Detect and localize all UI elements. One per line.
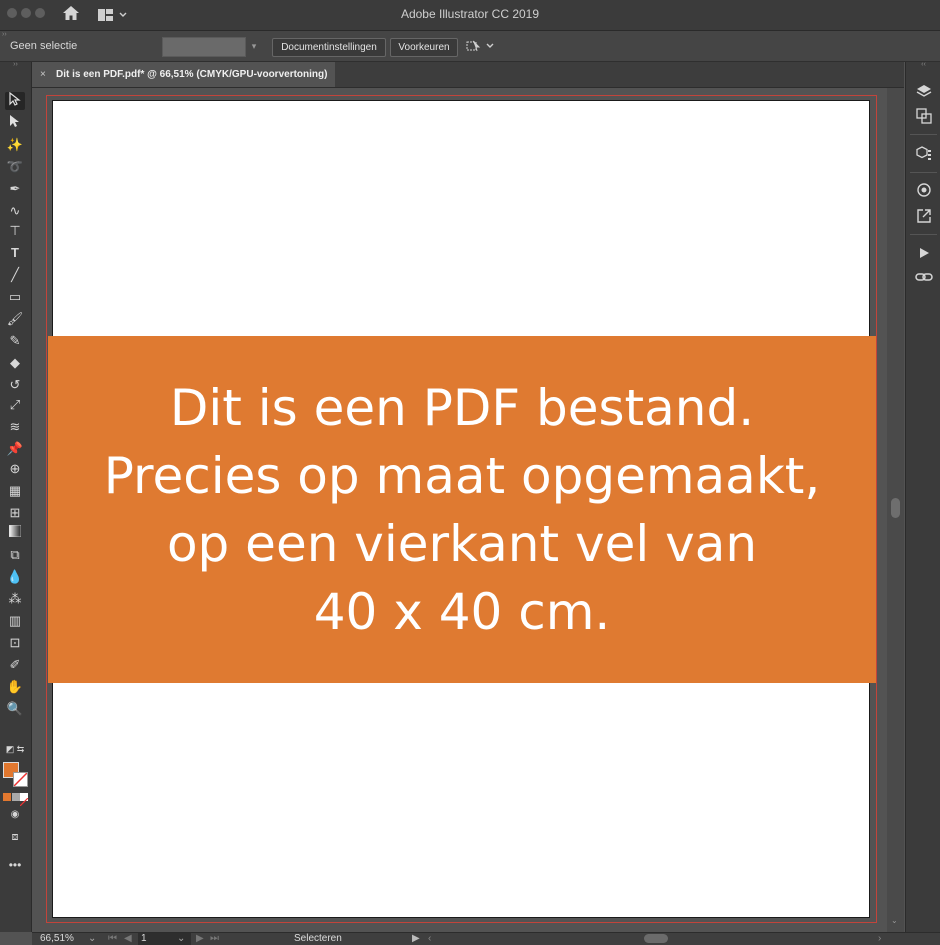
color-mode-swatch[interactable] [3,793,11,801]
orange-text-banner[interactable]: Dit is een PDF bestand. Precies op maat … [48,336,876,683]
scroll-down-icon[interactable]: ⌄ [891,916,898,925]
none-mode-swatch[interactable] [19,793,29,807]
document-settings-button[interactable]: Documentinstellingen [272,38,386,57]
screen-mode-icon[interactable]: ⧈ [5,828,25,846]
zoom-tool-icon[interactable]: 🔍 [5,700,25,718]
panel-separator [910,234,937,235]
pathfinder-panel-icon[interactable] [914,108,934,126]
lasso-tool-icon[interactable]: ➰ [5,158,25,176]
magic-wand-tool-icon[interactable]: ✨ [5,136,25,154]
rectangle-tool-icon[interactable]: ▭ [5,288,25,306]
preferences-button[interactable]: Voorkeuren [390,38,458,57]
banner-line-2: Precies op maat opgemaakt, [103,446,821,505]
arrange-documents-icon[interactable] [466,39,496,58]
eraser-tool-icon[interactable]: ◆ [5,354,25,372]
width-tool-icon[interactable]: ≋ [5,418,25,436]
eyedropper-tool-icon[interactable]: 💧 [5,568,25,586]
scale-tool-icon[interactable]: ⤢ [5,396,25,414]
links-panel-icon[interactable] [914,270,934,288]
scroll-right-icon[interactable]: › [878,933,881,945]
title-bar: Adobe Illustrator CC 2019 [0,0,940,31]
direct-selection-tool-icon[interactable] [5,114,25,132]
symbol-sprayer-tool-icon[interactable]: ⁂ [5,590,25,608]
banner-line-1: Dit is een PDF bestand. [169,378,755,437]
dock-grip-icon[interactable]: ‹‹ [906,61,940,68]
banner-line-4: 40 x 40 cm. [313,582,611,641]
stroke-color-swatch[interactable] [13,772,28,787]
document-tab-bar: × Dit is een PDF.pdf* @ 66,51% (CMYK/GPU… [32,62,904,88]
tool-status[interactable]: Selecteren [294,933,342,945]
line-tool-icon[interactable]: ╱ [5,266,25,284]
selection-field[interactable] [162,37,246,57]
default-fill-stroke-icon[interactable]: ◩ ⇆ [5,740,25,758]
type-tool-icon[interactable]: T [5,244,25,262]
next-artboard-icon[interactable]: ▶ [196,933,204,945]
scroll-left-icon[interactable]: ‹ [428,933,431,945]
first-artboard-icon[interactable]: ⏮ [108,933,117,945]
panel-separator [910,134,937,135]
layers-panel-icon[interactable] [914,84,934,102]
gradient-mode-swatch[interactable] [12,793,20,801]
document-tab-title: Dit is een PDF.pdf* @ 66,51% (CMYK/GPU-v… [56,69,328,80]
banner-line-3: op een vierkant vel van [166,514,758,573]
tab-document[interactable]: × Dit is een PDF.pdf* @ 66,51% (CMYK/GPU… [32,62,335,87]
curvature-tool-icon[interactable]: ∿ [5,202,25,220]
gradient-tool-icon[interactable] [5,524,25,542]
tools-panel: ›› ✨ ➰ ✒ ∿ ⊤ T ╱ ▭ 🖌 ✎ ◆ ↺ ⤢ ≋ 📌 ⊕ ▦ ⊞ ⧉… [0,61,32,932]
pen-tool-icon[interactable]: ✒ [5,180,25,198]
column-graph-tool-icon[interactable]: ▥ [5,612,25,630]
artboard-tool-icon[interactable]: ⊡ [5,634,25,652]
shaper-tool-icon[interactable]: ✎ [5,332,25,350]
panel-dock: ‹‹ [905,61,940,932]
area-type-tool-icon[interactable]: ⊤ [5,222,25,240]
zoom-chevron-down-icon[interactable]: ⌄ [88,933,96,945]
status-menu-arrow-icon[interactable]: ▶ [412,933,420,945]
mesh-tool-icon[interactable]: ⊞ [5,504,25,522]
vertical-scrollbar[interactable]: ⌄ [887,88,904,932]
drawing-modes-icon[interactable]: ◉ [5,806,25,824]
canvas-area[interactable]: Dit is een PDF bestand. Precies op maat … [32,88,887,932]
chevron-down-icon[interactable]: ▾ [246,37,262,55]
actions-panel-icon[interactable] [914,246,934,264]
zoom-level[interactable]: 66,51% [40,933,74,945]
status-bar: 66,51% ⌄ ⏮ ◀ 1 ⌄ ▶ ⏭ Selecteren ▶ ‹ › [32,932,940,945]
panel-separator [910,172,937,173]
assets-export-icon[interactable] [914,182,934,200]
paintbrush-tool-icon[interactable]: 🖌 [5,310,25,328]
edit-toolbar-icon[interactable]: ••• [5,856,25,874]
shape-builder-tool-icon[interactable]: ⊕ [5,460,25,478]
vertical-scroll-thumb[interactable] [891,498,900,518]
slice-tool-icon[interactable]: ✐ [5,656,25,674]
export-icon[interactable] [914,208,934,226]
collapse-grip-icon[interactable]: ›› [2,31,7,38]
last-artboard-icon[interactable]: ⏭ [210,933,219,945]
perspective-grid-tool-icon[interactable]: ▦ [5,482,25,500]
control-bar: ›› Geen selectie ▾ Documentinstellingen … [0,31,940,62]
hand-tool-icon[interactable]: ✋ [5,678,25,696]
close-icon[interactable]: × [40,62,46,87]
horizontal-scroll-thumb[interactable] [644,934,668,943]
libraries-panel-icon[interactable] [914,146,934,164]
puppet-warp-tool-icon[interactable]: 📌 [5,440,25,458]
artboard-chevron-down-icon[interactable]: ⌄ [177,933,185,945]
toolbar-grip-icon[interactable]: ›› [0,61,31,68]
previous-artboard-icon[interactable]: ◀ [124,933,132,945]
selection-tool-icon[interactable] [5,91,25,110]
app-title: Adobe Illustrator CC 2019 [400,7,540,21]
rotate-tool-icon[interactable]: ↺ [5,376,25,394]
blend-tool-icon[interactable]: ⧉ [5,546,25,564]
selection-status-label: Geen selectie [10,40,78,52]
